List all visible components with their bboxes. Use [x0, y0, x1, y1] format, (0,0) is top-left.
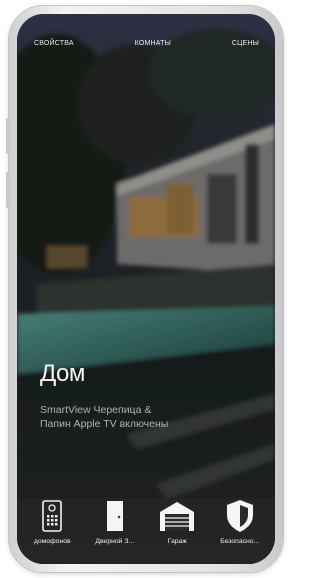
volume-up-button: [6, 118, 10, 154]
tab-scenes[interactable]: СЦЕНЫ: [232, 40, 259, 47]
tab-properties[interactable]: СВОЙСТВА: [34, 40, 74, 47]
door-icon: [95, 498, 135, 534]
dock-label-door-lock: Дверной З...: [95, 538, 135, 545]
dock-item-security[interactable]: Безопасно...: [212, 498, 268, 545]
dock-label-intercom: домофонов: [33, 538, 71, 545]
dock-item-intercom[interactable]: домофонов: [24, 498, 80, 545]
tab-rooms[interactable]: КОМНАТЫ: [135, 40, 171, 47]
dock-item-door-lock[interactable]: Дверной З...: [87, 498, 143, 545]
phone-screen: СВОЙСТВА КОМНАТЫ СЦЕНЫ Дом SmartView Чер…: [17, 14, 275, 564]
dock-label-garage: Гараж: [167, 538, 187, 545]
intercom-icon: [32, 498, 72, 534]
page-title: Дом: [40, 360, 85, 387]
top-navigation: СВОЙСТВА КОМНАТЫ СЦЕНЫ: [17, 40, 275, 47]
home-status-text: SmartView Черепица & Папин Apple TV вклю…: [40, 403, 240, 431]
background-house-photo: [17, 14, 275, 564]
favorites-dock: домофонов Дверной З... Гараж Безопасно..…: [17, 498, 275, 564]
volume-down-button: [6, 172, 10, 208]
garage-icon: [157, 498, 197, 534]
shield-icon: [220, 498, 260, 534]
dock-item-garage[interactable]: Гараж: [149, 498, 205, 545]
status-line-2: Папин Apple TV включены: [40, 418, 169, 430]
dock-label-security: Безопасно...: [220, 538, 260, 545]
status-line-1: SmartView Черепица &: [40, 404, 152, 416]
